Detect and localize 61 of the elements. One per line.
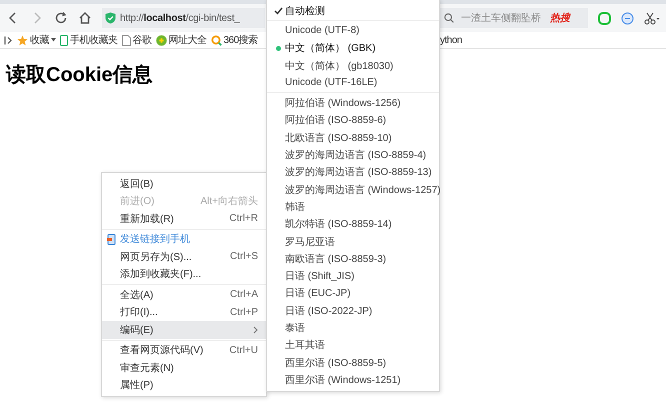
reload-icon[interactable] — [54, 11, 68, 25]
menu-item[interactable]: 打印(I)... Ctrl+P — [102, 304, 266, 321]
menu-item[interactable]: 属性(P) — [102, 376, 266, 394]
bookmark-item[interactable]: 手机收藏夹 — [60, 33, 118, 47]
encoding-option[interactable]: Unicode (UTF-8) — [267, 22, 439, 40]
url-text: http://localhost/cgi-bin/test_ — [120, 12, 240, 24]
encoding-option[interactable]: 阿拉伯语 (Windows-1256) — [267, 94, 439, 112]
bookmark-item[interactable]: 网址大全 — [156, 33, 206, 47]
page-heading: 读取Cookie信息 — [6, 63, 153, 88]
minus-circle-icon[interactable] — [621, 12, 634, 24]
encoding-option[interactable]: 中文（简体） (gb18030) — [267, 56, 439, 74]
encoding-option[interactable]: 中文（简体） (GBK) — [267, 40, 439, 57]
chevron-right-icon — [253, 326, 258, 334]
bookmark-item[interactable]: 谷歌 — [122, 33, 152, 47]
shield-icon — [105, 12, 116, 24]
bookmark-item[interactable]: 收藏 — [17, 33, 56, 47]
menu-item[interactable]: 发送链接到手机 — [102, 230, 266, 248]
menu-item[interactable]: 审查元素(N) — [102, 359, 266, 376]
encoding-option[interactable]: Unicode (UTF-16LE) — [267, 74, 439, 92]
encoding-option[interactable]: 阿拉伯语 (ISO-8859-6) — [267, 112, 439, 130]
checkmark-icon — [274, 6, 282, 15]
encoding-option[interactable]: 波罗的海周边语言 (Windows-1257) — [267, 180, 439, 198]
caret-icon — [51, 38, 56, 42]
menu-item[interactable]: 添加到收藏夹(F)... — [102, 266, 266, 283]
encoding-option[interactable]: 南欧语言 (ISO-8859-3) — [267, 250, 439, 268]
menu-item[interactable]: 网页另存为(S)... Ctrl+S — [102, 248, 266, 266]
search-field[interactable]: 一渣土车侧翻坠桥 热搜 — [438, 8, 588, 28]
encoding-option[interactable]: 日语 (Shift_JIS) — [267, 267, 439, 285]
encoding-option[interactable]: 日语 (ISO-2022-JP) — [267, 302, 439, 320]
encoding-option[interactable]: 北欧语言 (ISO-8859-10) — [267, 129, 439, 146]
scissors-icon[interactable] — [644, 12, 660, 24]
menu-item[interactable]: 全选(A) Ctrl+A — [102, 286, 266, 304]
encoding-option[interactable]: 自动检测 — [267, 2, 439, 20]
encoding-option[interactable]: 凯尔特语 (ISO-8859-14) — [267, 216, 439, 233]
document-icon — [122, 34, 130, 46]
encoding-option[interactable]: 土耳其语 — [267, 336, 439, 354]
star-icon — [17, 34, 28, 46]
bookmark-item[interactable]: ython — [440, 34, 462, 46]
encoding-option[interactable]: 波罗的海周边语言 (ISO-8859-4) — [267, 146, 439, 164]
menu-item[interactable]: 返回(B) — [102, 175, 266, 192]
selected-dot-icon — [276, 46, 280, 51]
home-icon[interactable] — [78, 11, 92, 25]
trending-label[interactable]: 热搜 — [550, 11, 570, 25]
sidebar-toggle-icon[interactable] — [4, 36, 13, 44]
encoding-option[interactable]: 罗马尼亚语 — [267, 232, 439, 250]
bookmark-item[interactable]: 360搜索 — [210, 33, 258, 47]
encoding-option[interactable]: 日语 (EUC-JP) — [267, 284, 439, 302]
search-icon — [210, 34, 222, 46]
encoding-option[interactable]: 波罗的海周边语言 (ISO-8859-13) — [267, 164, 439, 181]
encoding-option[interactable]: 西里尔语 (Windows-1251) — [267, 371, 439, 389]
menu-item[interactable]: 编码(E) — [102, 321, 266, 338]
encoding-option[interactable]: 西里尔语 (ISO-8859-5) — [267, 354, 439, 372]
menu-item[interactable]: 查看网页源代码(V) Ctrl+U — [102, 342, 266, 359]
encoding-option[interactable]: 韩语 — [267, 198, 439, 216]
search-input[interactable]: 一渣土车侧翻坠桥 — [459, 12, 545, 24]
phone-icon — [107, 234, 116, 245]
menu-item[interactable]: 重新加载(R) Ctrl+R — [102, 210, 266, 228]
address-bar[interactable]: http://localhost/cgi-bin/test_ — [102, 8, 265, 28]
phone-icon — [60, 34, 68, 46]
search-icon — [444, 13, 454, 23]
encoding-option[interactable]: 泰语 — [267, 319, 439, 337]
